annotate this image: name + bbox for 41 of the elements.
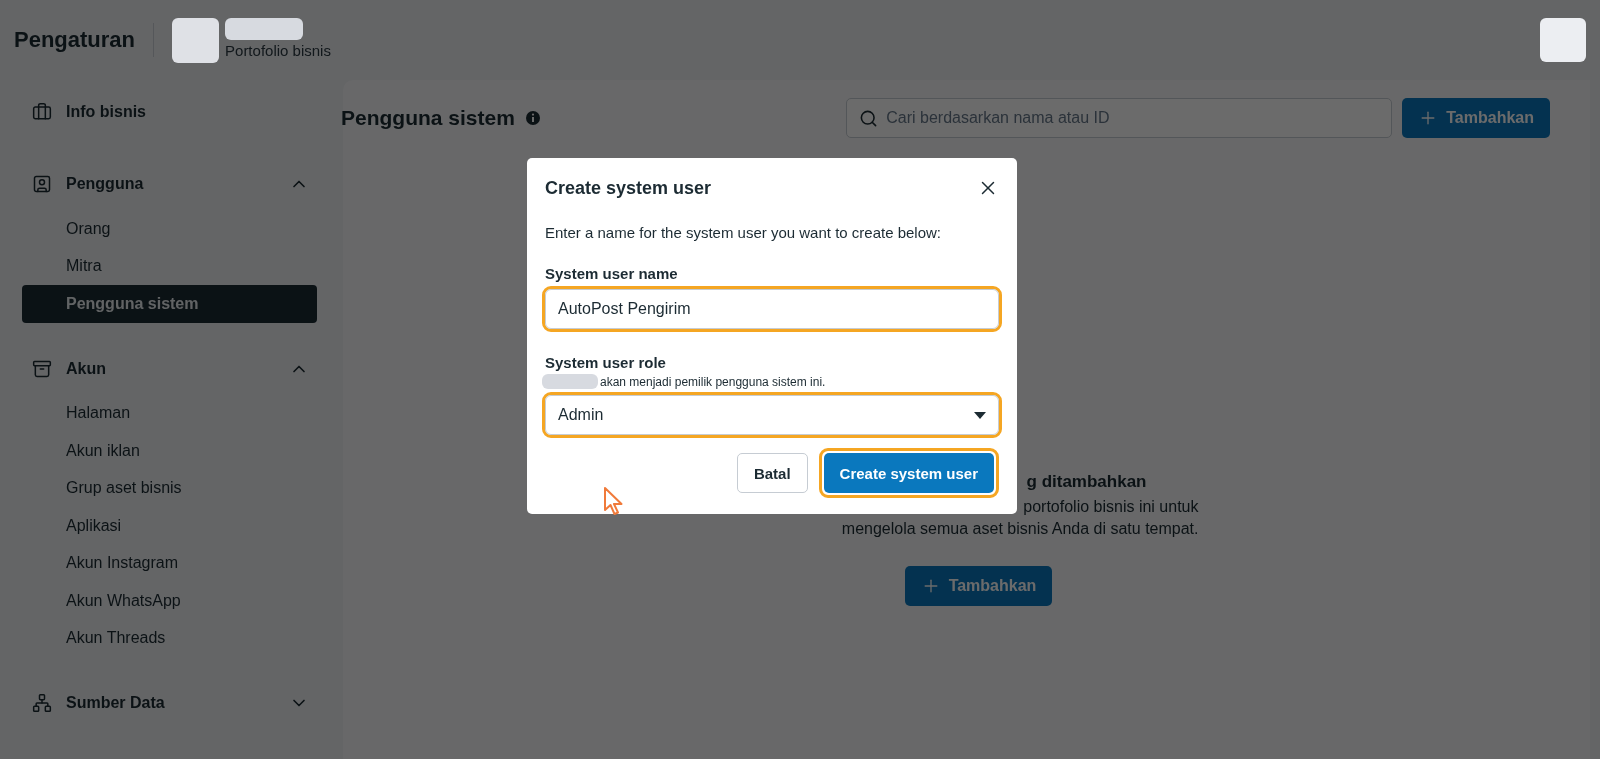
field-label: System user role [545, 354, 667, 371]
business-subtitle: Portofolio bisnis [225, 41, 331, 59]
sidebar-item[interactable]: Grup aset bisnis [22, 469, 317, 507]
sidebar-item[interactable]: Halaman [22, 394, 317, 432]
caret-icon [974, 411, 986, 419]
sidebar-item[interactable]: Akun iklan [22, 432, 317, 470]
section-icon [32, 174, 52, 194]
sidebar-item[interactable]: Akun Instagram [22, 544, 317, 582]
owner-note: akan menjadi pemilik pengguna sistem ini. [600, 374, 826, 389]
create-button[interactable]: Create system user [823, 453, 994, 493]
empty-state-text: portofolio bisnis ini untuk [1023, 497, 1199, 517]
section-icon [32, 693, 52, 713]
section-title: Pengguna sistem [341, 106, 515, 130]
sidebar-section[interactable]: Pengguna [22, 164, 317, 204]
cancel-button[interactable]: Batal [736, 453, 808, 493]
sidebar-section[interactable]: Info bisnis [22, 92, 317, 132]
empty-state-text: mengelola semua aset bisnis Anda di satu tempat. [841, 519, 1199, 539]
add-button[interactable]: Tambahkan [1402, 98, 1550, 138]
sidebar-item[interactable]: Akun Threads [22, 619, 317, 657]
search-field[interactable]: Cari berdasarkan nama atau ID [846, 98, 1393, 138]
info-icon[interactable] [524, 110, 541, 126]
field-label: System user name [545, 265, 679, 282]
business-avatar [172, 17, 220, 63]
sidebar-item[interactable]: Mitra [22, 247, 317, 285]
sidebar-section[interactable]: Akun [22, 348, 317, 389]
sidebar-item[interactable]: Aplikasi [22, 507, 317, 545]
sidebar-item[interactable]: Pengguna sistem [22, 285, 317, 323]
sidebar-item[interactable]: Akun WhatsApp [22, 582, 317, 620]
dialog-description: Enter a name for the system user you want to create below: [545, 224, 943, 241]
sidebar-section[interactable]: Sumber Data [22, 683, 317, 723]
add-button[interactable]: Tambahkan [904, 566, 1053, 606]
dialog-title: Create system user [545, 177, 712, 199]
page-title: Pengaturan [14, 27, 136, 53]
redacted-name [542, 374, 598, 389]
section-icon [32, 358, 52, 379]
name-input[interactable]: AutoPost Pengirim [545, 289, 999, 329]
sidebar-item[interactable]: Orang [22, 210, 317, 248]
section-icon [32, 102, 52, 122]
search-icon [859, 108, 879, 128]
empty-state-heading: g ditambahkan [1026, 472, 1148, 492]
role-select[interactable]: Admin [545, 395, 999, 435]
